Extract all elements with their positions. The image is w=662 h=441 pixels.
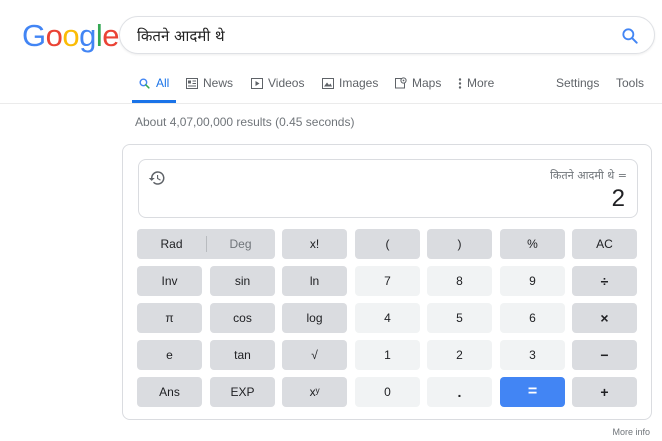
video-icon bbox=[251, 77, 263, 89]
digit-4-button[interactable]: 4 bbox=[355, 303, 420, 333]
decimal-point-button[interactable]: . bbox=[427, 377, 492, 407]
search-box[interactable]: कितने आदमी थे bbox=[119, 16, 655, 54]
divide-button[interactable]: ÷ bbox=[572, 266, 637, 296]
settings-link[interactable]: Settings bbox=[556, 76, 599, 90]
logo-letter: g bbox=[79, 18, 96, 53]
logo-letter: G bbox=[22, 18, 46, 53]
digit-5-button[interactable]: 5 bbox=[427, 303, 492, 333]
inv-button[interactable]: Inv bbox=[137, 266, 202, 296]
deg-button[interactable]: Deg bbox=[206, 229, 275, 259]
news-icon bbox=[186, 77, 198, 89]
ln-button[interactable]: ln bbox=[282, 266, 347, 296]
equals-button[interactable]: = bbox=[500, 377, 565, 407]
digit-6-button[interactable]: 6 bbox=[500, 303, 565, 333]
percent-button[interactable]: % bbox=[500, 229, 565, 259]
power-button[interactable]: xʸ bbox=[282, 377, 347, 407]
search-tabs: All News Videos Images Maps More Setting… bbox=[0, 70, 662, 104]
digit-0-button[interactable]: 0 bbox=[355, 377, 420, 407]
rad-button[interactable]: Rad bbox=[137, 229, 206, 259]
tab-label: Settings bbox=[556, 76, 600, 90]
result-stats: About 4,07,00,000 results (0.45 seconds) bbox=[135, 115, 355, 129]
google-logo[interactable]: Google bbox=[22, 18, 120, 54]
map-icon bbox=[395, 77, 407, 89]
tab-label: News bbox=[203, 76, 234, 90]
logo-letter: e bbox=[102, 18, 120, 53]
tools-link[interactable]: Tools bbox=[616, 76, 644, 90]
digit-9-button[interactable]: 9 bbox=[500, 266, 565, 296]
logo-letter: o bbox=[45, 18, 63, 53]
tab-videos[interactable]: Videos bbox=[251, 76, 304, 90]
tab-label: Images bbox=[339, 76, 379, 90]
image-icon bbox=[322, 77, 334, 89]
log-button[interactable]: log bbox=[282, 303, 347, 333]
ans-button[interactable]: Ans bbox=[137, 377, 202, 407]
tab-label: All bbox=[156, 76, 170, 90]
all-clear-button[interactable]: AC bbox=[572, 229, 637, 259]
cos-button[interactable]: cos bbox=[210, 303, 275, 333]
digit-3-button[interactable]: 3 bbox=[500, 340, 565, 370]
more-vert-icon bbox=[458, 77, 462, 89]
sin-button[interactable]: sin bbox=[210, 266, 275, 296]
sqrt-button[interactable]: √ bbox=[282, 340, 347, 370]
tab-images[interactable]: Images bbox=[322, 76, 378, 90]
plus-button[interactable]: + bbox=[572, 377, 637, 407]
active-tab-indicator bbox=[132, 100, 176, 103]
tab-maps[interactable]: Maps bbox=[395, 76, 441, 90]
pi-button[interactable]: π bbox=[137, 303, 202, 333]
more-info-link[interactable]: More info bbox=[612, 427, 650, 437]
e-button[interactable]: e bbox=[137, 340, 202, 370]
digit-1-button[interactable]: 1 bbox=[355, 340, 420, 370]
calculator-expression: कितने आदमी थे = bbox=[550, 169, 627, 182]
calculator-result: 2 bbox=[611, 185, 625, 212]
tab-label: Maps bbox=[412, 76, 442, 90]
angle-mode-toggle: Rad Deg bbox=[137, 229, 275, 259]
tab-label: More bbox=[467, 76, 495, 90]
tab-more[interactable]: More bbox=[458, 76, 494, 90]
right-paren-button[interactable]: ) bbox=[427, 229, 492, 259]
search-input[interactable]: कितने आदमी थे bbox=[137, 26, 225, 46]
search-icon bbox=[139, 77, 150, 89]
history-icon[interactable] bbox=[148, 169, 166, 187]
tab-news[interactable]: News bbox=[186, 76, 233, 90]
tab-label: Videos bbox=[268, 76, 305, 90]
left-paren-button[interactable]: ( bbox=[355, 229, 420, 259]
calculator-display: कितने आदमी थे = 2 bbox=[138, 159, 638, 218]
minus-button[interactable]: − bbox=[572, 340, 637, 370]
digit-8-button[interactable]: 8 bbox=[427, 266, 492, 296]
multiply-button[interactable]: × bbox=[572, 303, 637, 333]
calculator-widget: कितने आदमी थे = 2 Rad Deg x! ( ) % AC In… bbox=[122, 144, 652, 420]
tab-all[interactable]: All bbox=[138, 76, 169, 90]
digit-7-button[interactable]: 7 bbox=[355, 266, 420, 296]
search-icon[interactable] bbox=[620, 26, 640, 46]
digit-2-button[interactable]: 2 bbox=[427, 340, 492, 370]
exp-button[interactable]: EXP bbox=[210, 377, 275, 407]
logo-letter: o bbox=[62, 18, 80, 53]
factorial-button[interactable]: x! bbox=[282, 229, 347, 259]
tab-label: Tools bbox=[616, 76, 645, 90]
tan-button[interactable]: tan bbox=[210, 340, 275, 370]
